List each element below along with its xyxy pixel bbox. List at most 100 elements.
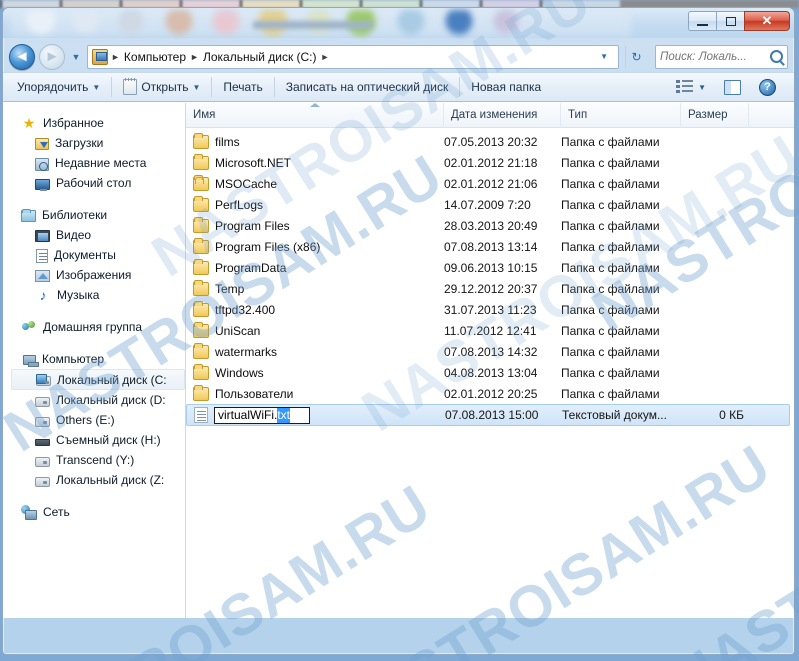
column-header-size[interactable]: Размер	[681, 102, 749, 128]
sidebar-group-libraries[interactable]: Библиотеки	[3, 205, 185, 225]
help-icon: ?	[759, 78, 776, 96]
file-size: 0 КБ	[719, 408, 744, 422]
table-row[interactable]: tftpd32.400 31.07.2013 11:23 Папка с фай…	[186, 299, 794, 320]
sidebar-item-music[interactable]: ♪ Музыка	[3, 285, 185, 305]
history-dropdown-button[interactable]: ▼	[69, 46, 83, 68]
folder-icon	[193, 301, 209, 317]
organize-button[interactable]: Упорядочить ▼	[9, 75, 108, 99]
title-bar-blurred-text	[253, 21, 373, 29]
sidebar-item-video[interactable]: Видео	[3, 225, 185, 245]
table-row[interactable]: PerfLogs 14.07.2009 7:20 Папка с файлами	[186, 194, 794, 215]
back-button[interactable]: ◄	[9, 43, 35, 70]
music-icon: ♪	[39, 287, 47, 303]
address-bar-row: ◄ ► ▼ ► Компьютер ► Локальный диск (C:) …	[3, 38, 794, 72]
computer-icon	[23, 355, 39, 367]
chevron-down-icon: ▼	[71, 51, 81, 62]
table-row[interactable]: films 07.05.2013 20:32 Папка с файлами	[186, 131, 794, 152]
close-button[interactable]: ✕	[744, 11, 790, 31]
file-name-cell: watermarks	[193, 343, 444, 359]
file-type: Папка с файлами	[561, 197, 660, 212]
sidebar-label: Изображения	[56, 268, 132, 282]
view-list-icon	[676, 79, 694, 95]
file-name: Program Files (x86)	[215, 239, 321, 254]
folder-icon	[193, 217, 209, 233]
refresh-button[interactable]: ↻	[625, 45, 647, 68]
table-row[interactable]: Program Files (x86) 07.08.2013 13:14 Пап…	[186, 236, 794, 257]
table-row[interactable]: Windows 04.08.2013 13:04 Папка с файлами	[186, 362, 794, 383]
sidebar-item-transcend-y[interactable]: Transcend (Y:)	[3, 450, 185, 470]
breadcrumb-dropdown-icon[interactable]: ▼	[594, 52, 614, 61]
toolbar-right-group: ▼ ?	[668, 75, 788, 99]
file-date: 28.03.2013 20:49	[444, 218, 538, 233]
print-label: Печать	[223, 80, 263, 94]
search-icon	[770, 50, 783, 63]
file-name: Program Files	[215, 218, 290, 233]
table-row[interactable]: Temp 29.12.2012 20:37 Папка с файлами	[186, 278, 794, 299]
file-type: Папка с файлами	[561, 134, 660, 149]
removable-drive-icon	[35, 439, 50, 446]
sidebar-item-downloads[interactable]: Загрузки	[3, 133, 185, 153]
toolbar-separator	[459, 77, 461, 97]
table-row[interactable]: UniScan 11.07.2012 12:41 Папка с файлами	[186, 320, 794, 341]
file-name: Temp	[215, 281, 245, 296]
print-button[interactable]: Печать	[215, 75, 270, 99]
sidebar-item-desktop[interactable]: Рабочий стол	[3, 173, 185, 193]
folder-icon	[193, 196, 209, 212]
sidebar-group-homegroup[interactable]: Домашняя группа	[3, 317, 185, 337]
table-row-selected[interactable]: virtualWiFi. txt 07.08.2013 15:00 Текстов…	[186, 404, 790, 426]
toolbar-separator	[111, 77, 113, 97]
search-box[interactable]	[655, 44, 788, 69]
sidebar-item-documents[interactable]: Документы	[3, 245, 185, 265]
sidebar-group-network[interactable]: Сеть	[3, 502, 185, 522]
sidebar-item-recent-places[interactable]: Недавние места	[3, 153, 185, 173]
table-row[interactable]: MSOCache 02.01.2012 21:06 Папка с файлам…	[186, 173, 794, 194]
open-label: Открыть	[141, 80, 189, 94]
sidebar-item-local-disk-z[interactable]: Локальный диск (Z:	[3, 470, 185, 490]
column-header-date[interactable]: Дата изменения	[444, 102, 561, 128]
sidebar-label: Библиотеки	[42, 208, 108, 222]
sidebar-label: Компьютер	[42, 352, 105, 366]
title-bar: ✕	[3, 8, 794, 38]
sidebar-item-local-disk-c[interactable]: Локальный диск (C:	[11, 369, 185, 390]
column-header-name[interactable]: Имя	[186, 102, 444, 128]
change-view-button[interactable]: ▼	[668, 75, 714, 99]
column-header-type[interactable]: Тип	[561, 102, 681, 128]
sidebar-group-computer[interactable]: Компьютер	[3, 349, 185, 369]
file-name: films	[215, 134, 240, 149]
drive-icon	[35, 456, 50, 467]
preview-pane-button[interactable]	[716, 75, 749, 99]
breadcrumb-item-local-disk-c[interactable]: Локальный диск (C:)	[200, 50, 320, 64]
forward-button[interactable]: ►	[39, 43, 65, 70]
breadcrumb-item-computer[interactable]: Компьютер	[121, 50, 189, 64]
libraries-icon	[21, 209, 36, 222]
maximize-button[interactable]	[716, 11, 744, 31]
open-button[interactable]: Открыть ▼	[115, 75, 208, 99]
table-row[interactable]: Пользователи 02.01.2012 20:25 Папка с фа…	[186, 383, 794, 404]
file-name-cell: Microsoft.NET	[193, 154, 444, 170]
sidebar-item-others-e[interactable]: Others (E:)	[3, 410, 185, 430]
sidebar-item-removable-disk-h[interactable]: Съемный диск (H:)	[3, 430, 185, 450]
sidebar-item-pictures[interactable]: Изображения	[3, 265, 185, 285]
table-row[interactable]: Program Files 28.03.2013 20:49 Папка с ф…	[186, 215, 794, 236]
breadcrumb[interactable]: ► Компьютер ► Локальный диск (C:) ► ▼	[87, 44, 619, 69]
text-file-icon	[194, 407, 208, 423]
sidebar-group-favorites[interactable]: ★ Избранное	[3, 113, 185, 133]
breadcrumb-separator-2[interactable]: ►	[320, 52, 331, 62]
minimize-button[interactable]	[688, 11, 716, 31]
rename-input[interactable]: virtualWiFi. txt	[214, 406, 310, 424]
help-button[interactable]: ?	[751, 75, 784, 99]
table-row[interactable]: ProgramData 09.06.2013 10:15 Папка с фай…	[186, 257, 794, 278]
search-input[interactable]	[660, 50, 770, 63]
table-row[interactable]: watermarks 07.08.2013 14:32 Папка с файл…	[186, 341, 794, 362]
burn-to-disc-button[interactable]: Записать на оптический диск	[278, 75, 457, 99]
sidebar-label: Transcend (Y:)	[56, 453, 135, 467]
sidebar-label: Локальный диск (C:	[57, 372, 167, 387]
file-date: 07.05.2013 20:32	[444, 134, 538, 149]
table-row[interactable]: Microsoft.NET 02.01.2012 21:18 Папка с ф…	[186, 152, 794, 173]
file-type: Папка с файлами	[561, 344, 660, 359]
new-folder-button[interactable]: Новая папка	[463, 75, 549, 99]
sidebar-item-local-disk-d[interactable]: Локальный диск (D:	[3, 390, 185, 410]
drive-icon	[35, 396, 50, 407]
folder-icon	[193, 343, 209, 359]
